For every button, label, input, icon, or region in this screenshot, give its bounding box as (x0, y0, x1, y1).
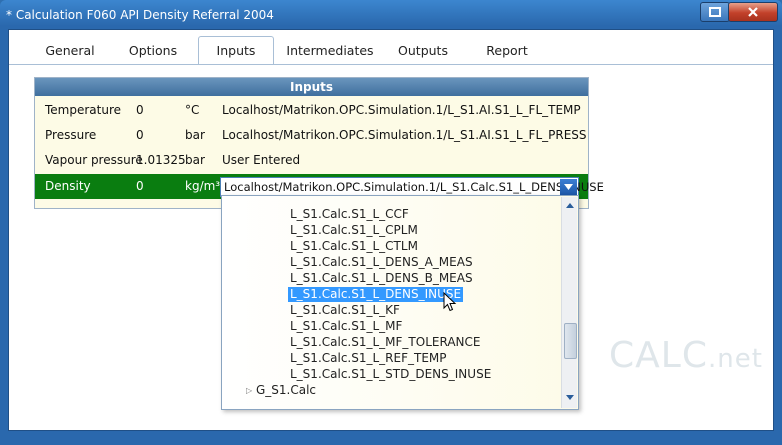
list-item[interactable]: L_S1.Calc.S1_L_CPLM (288, 223, 420, 238)
scroll-down-button[interactable] (563, 390, 576, 404)
row-value: 0 (136, 128, 144, 142)
list-item[interactable]: L_S1.Calc.S1_L_DENS_A_MEAS (288, 255, 475, 270)
tab-intermediates[interactable]: Intermediates (284, 40, 376, 62)
inputs-panel: Inputs Temperature 0 °C Localhost/Matrik… (34, 77, 604, 209)
input-row-temperature[interactable]: Temperature 0 °C Localhost/Matrikon.OPC.… (35, 98, 588, 123)
list-item[interactable]: L_S1.Calc.S1_L_CCF (288, 207, 411, 222)
watermark-main: CALC (609, 335, 708, 376)
dropdown-button[interactable] (560, 179, 577, 195)
row-value: 1.01325 (136, 153, 186, 167)
row-source: Localhost/Matrikon.OPC.Simulation.1/L_S1… (222, 128, 587, 142)
close-button[interactable] (728, 2, 778, 22)
scrollbar-thumb[interactable] (564, 323, 577, 359)
row-source: Localhost/Matrikon.OPC.Simulation.1/L_S1… (222, 103, 581, 117)
row-label: Density (45, 179, 91, 193)
row-label: Temperature (45, 103, 122, 117)
expand-arrow-icon[interactable]: ▷ (246, 383, 252, 398)
maximize-icon (709, 7, 721, 17)
close-icon (748, 7, 758, 17)
tree-group-item[interactable]: ▷ G_S1.Calc (246, 383, 317, 398)
list-item[interactable]: L_S1.Calc.S1_L_KF (288, 303, 402, 318)
row-label: Vapour pressure (45, 153, 143, 167)
row-value: 0 (136, 179, 144, 193)
mouse-pointer-icon (443, 292, 457, 312)
title-bar[interactable]: * Calculation F060 API Density Referral … (0, 0, 782, 28)
tab-outputs[interactable]: Outputs (390, 40, 456, 62)
input-row-pressure[interactable]: Pressure 0 bar Localhost/Matrikon.OPC.Si… (35, 123, 588, 148)
list-item[interactable]: L_S1.Calc.S1_L_STD_DENS_INUSE (288, 367, 493, 382)
scroll-up-button[interactable] (563, 198, 576, 212)
tree-group-label: G_S1.Calc (256, 383, 317, 397)
maximize-button[interactable] (700, 2, 730, 22)
dropdown-scrollbar[interactable] (561, 197, 577, 408)
tab-general[interactable]: General (37, 40, 103, 62)
tab-report[interactable]: Report (475, 40, 539, 62)
row-value: 0 (136, 103, 144, 117)
watermark-suffix: .net (707, 344, 763, 374)
arrow-up-icon (565, 202, 574, 208)
inputs-panel-header: Inputs (35, 78, 588, 96)
list-item[interactable]: L_S1.Calc.S1_L_CTLM (288, 239, 420, 254)
row-label: Pressure (45, 128, 97, 142)
input-row-vapour-pressure[interactable]: Vapour pressure 1.01325 bar User Entered (35, 148, 588, 173)
source-dropdown-list[interactable]: L_S1.Calc.S1_L_CCF L_S1.Calc.S1_L_CPLM L… (221, 195, 579, 410)
row-unit: °C (185, 103, 200, 117)
app-window: * Calculation F060 API Density Referral … (0, 0, 782, 445)
arrow-down-icon (565, 394, 574, 400)
row-source: User Entered (222, 153, 301, 167)
row-unit: bar (185, 153, 205, 167)
list-item[interactable]: L_S1.Calc.S1_L_REF_TEMP (288, 351, 449, 366)
tab-divider (9, 64, 773, 65)
row-unit: bar (185, 128, 205, 142)
tab-options[interactable]: Options (117, 40, 189, 62)
list-item[interactable]: L_S1.Calc.S1_L_DENS_B_MEAS (288, 271, 475, 286)
window-title: * Calculation F060 API Density Referral … (6, 8, 274, 22)
source-combobox[interactable]: Localhost/Matrikon.OPC.Simulation.1/L_S1… (220, 177, 604, 197)
combobox-value: Localhost/Matrikon.OPC.Simulation.1/L_S1… (224, 180, 604, 194)
watermark-logo: CALC.net (609, 335, 763, 376)
tab-bar: General Options Inputs Intermediates Out… (9, 30, 773, 65)
list-item[interactable]: L_S1.Calc.S1_L_MF_TOLERANCE (288, 335, 482, 350)
row-unit: kg/m³ (185, 179, 221, 193)
tab-inputs[interactable]: Inputs (198, 36, 274, 65)
list-item-selected[interactable]: L_S1.Calc.S1_L_DENS_INUSE (288, 287, 464, 302)
list-item[interactable]: L_S1.Calc.S1_L_MF (288, 319, 404, 334)
chevron-down-icon (564, 184, 573, 190)
